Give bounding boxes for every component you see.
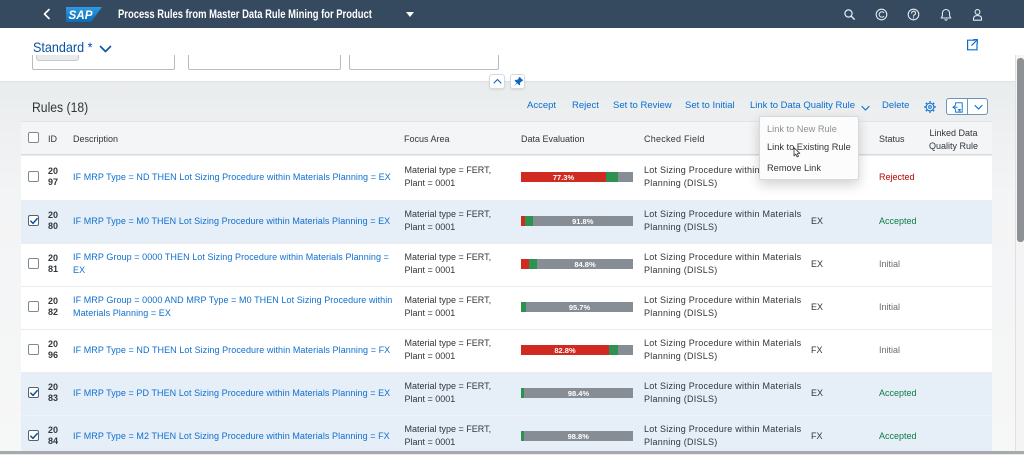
svg-text:SAP: SAP (69, 10, 93, 22)
